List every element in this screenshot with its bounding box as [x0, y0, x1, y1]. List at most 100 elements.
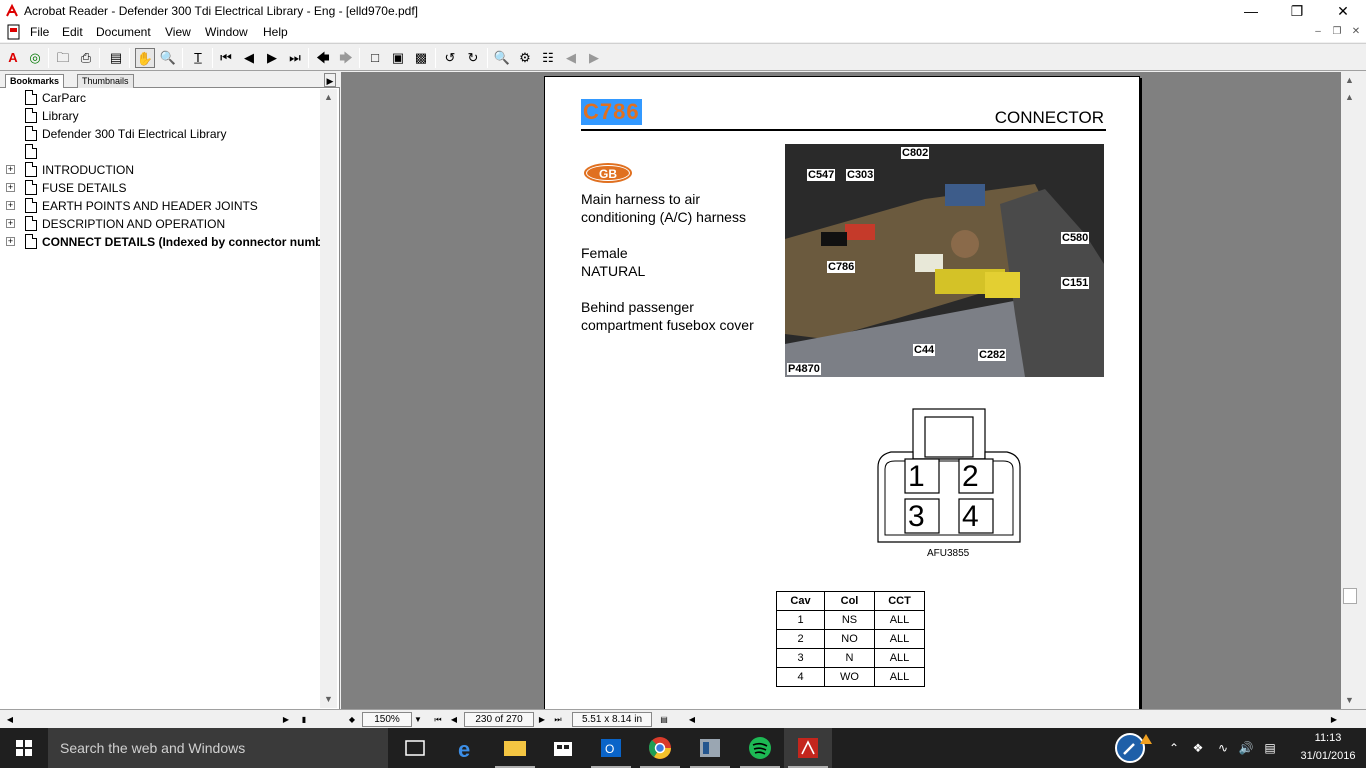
document-vertical-scrollbar[interactable]: ▲ ▲ ▼ [1341, 72, 1358, 709]
edge-icon: e [458, 737, 470, 762]
expand-icon[interactable]: + [6, 219, 15, 228]
menu-window[interactable]: Window [205, 25, 248, 39]
acrobat-taskbar-button[interactable] [784, 728, 832, 768]
wifi-icon[interactable]: ∿ [1215, 740, 1231, 756]
bookmark-item[interactable]: CarParc [0, 89, 320, 107]
bookmark-item[interactable]: + EARTH POINTS AND HEADER JOINTS [0, 197, 320, 215]
bookmark-item[interactable]: Library [0, 107, 320, 125]
clock-date[interactable]: 31/01/2016 [1296, 750, 1360, 762]
show-hidden-icons-icon[interactable]: ⌃ [1166, 740, 1182, 756]
doc-restore-icon[interactable]: ❐ [1330, 25, 1344, 39]
spotify-button[interactable] [736, 728, 784, 768]
status-next-page-icon[interactable]: ▶ [536, 712, 548, 727]
gender-text: Female [581, 245, 628, 261]
print-icon[interactable]: ⎙ [76, 48, 96, 68]
nav-menu-arrow-icon[interactable]: ▶ [324, 73, 336, 87]
rotate-right-icon[interactable]: ↻ [463, 48, 483, 68]
clipboard-icon[interactable]: ◎ [25, 48, 45, 68]
zoom-tool-icon[interactable]: 🔍 [158, 48, 178, 68]
menu-view[interactable]: View [165, 25, 191, 39]
dropbox-icon[interactable]: ❖ [1190, 740, 1206, 756]
doc-scroll-left-icon[interactable]: ◀ [686, 712, 698, 727]
previous-page-icon[interactable]: ◀ [239, 48, 259, 68]
status-previous-page-icon[interactable]: ◀ [448, 712, 460, 727]
bookmark-item[interactable]: + CONNECT DETAILS (Indexed by connector n… [0, 233, 320, 251]
nav-scroll-left-icon[interactable]: ◀ [4, 712, 16, 727]
split-icon[interactable]: ▮ [298, 712, 310, 727]
go-forward-icon[interactable]: 🡆 [336, 48, 356, 68]
store-button[interactable] [539, 728, 587, 768]
next-highlight-icon[interactable]: ▶ [584, 48, 604, 68]
table-body: 1 NS ALL 2 NO ALL 3 N ALL 4 WO ALL [776, 610, 925, 687]
bookmark-item[interactable]: Defender 300 Tdi Electrical Library [0, 125, 320, 143]
scrollbar-thumb[interactable] [1343, 588, 1357, 604]
search-results-icon[interactable]: ☷ [538, 48, 558, 68]
tray-app-button[interactable] [1108, 728, 1156, 768]
first-page-icon[interactable]: ⏮ [216, 48, 236, 68]
expand-icon[interactable]: + [6, 165, 15, 174]
app-button[interactable] [686, 728, 734, 768]
edge-button[interactable]: e [443, 728, 491, 768]
doc-close-icon[interactable]: ✕ [1349, 25, 1363, 39]
volume-icon[interactable]: 🔊 [1238, 740, 1254, 756]
action-center-icon[interactable]: ▤ [1262, 740, 1278, 756]
expand-icon[interactable]: + [6, 237, 15, 246]
acrobat-logo-icon[interactable]: A [3, 48, 23, 68]
scroll-up-icon[interactable]: ▲ [320, 89, 337, 106]
bookmark-item[interactable] [0, 143, 320, 161]
doc-scroll-right-icon[interactable]: ▶ [1328, 712, 1340, 727]
menu-help[interactable]: Help [263, 25, 288, 39]
description-line-2: conditioning (A/C) harness [581, 209, 746, 225]
doc-minimize-icon[interactable]: – [1311, 25, 1325, 39]
text-select-icon[interactable]: T̲ [188, 48, 208, 68]
close-button[interactable]: ✕ [1320, 0, 1366, 22]
find-icon[interactable]: 🔍 [492, 48, 512, 68]
minimize-button[interactable]: — [1228, 0, 1274, 22]
next-page-icon[interactable]: ▶ [262, 48, 282, 68]
expand-icon[interactable]: + [6, 201, 15, 210]
start-button[interactable] [0, 728, 48, 768]
actual-size-icon[interactable]: □ [365, 48, 385, 68]
nav-vertical-scrollbar[interactable]: ▲ ▼ [320, 89, 337, 708]
tab-thumbnails[interactable]: Thumbnails [77, 74, 134, 88]
fit-width-icon[interactable]: ▩ [411, 48, 431, 68]
outlook-button[interactable]: O [587, 728, 635, 768]
nav-scroll-right-icon[interactable]: ▶ [280, 712, 292, 727]
go-back-icon[interactable]: 🡄 [313, 48, 333, 68]
status-last-page-icon[interactable]: ⏭ [552, 712, 564, 727]
menu-file[interactable]: File [30, 25, 49, 39]
hand-tool-icon[interactable]: ✋ [135, 48, 155, 68]
bookmark-item[interactable]: + DESCRIPTION AND OPERATION [0, 215, 320, 233]
scroll-down-icon[interactable]: ▼ [1341, 692, 1358, 709]
document-view[interactable]: C786 CONNECTOR GB Main harness to air co… [341, 72, 1341, 709]
menu-edit[interactable]: Edit [62, 25, 83, 39]
taskbar-search[interactable]: Search the web and Windows [48, 728, 388, 768]
maximize-button[interactable]: ❐ [1274, 0, 1320, 22]
open-icon[interactable]: 🗀 [53, 48, 73, 68]
scroll-down-icon[interactable]: ▼ [320, 691, 337, 708]
clock-time[interactable]: 11:13 [1296, 732, 1360, 744]
previous-highlight-icon[interactable]: ◀ [561, 48, 581, 68]
file-explorer-button[interactable] [491, 728, 539, 768]
tab-bookmarks[interactable]: Bookmarks [5, 74, 65, 88]
page-number-field[interactable]: 230 of 270 [464, 712, 534, 727]
bookmark-item[interactable]: + INTRODUCTION [0, 161, 320, 179]
split-handle-icon[interactable]: ◆ [346, 712, 358, 727]
table-cell: ALL [874, 610, 925, 630]
rotate-left-icon[interactable]: ↺ [440, 48, 460, 68]
show-navigation-icon[interactable]: ▤ [106, 48, 126, 68]
zoom-dropdown-icon[interactable]: ▼ [412, 712, 424, 727]
fit-page-icon[interactable]: ▣ [388, 48, 408, 68]
status-first-page-icon[interactable]: ⏮ [432, 712, 444, 727]
bookmark-item[interactable]: + FUSE DETAILS [0, 179, 320, 197]
expand-icon[interactable]: + [6, 183, 15, 192]
last-page-icon[interactable]: ⏭ [285, 48, 305, 68]
page-layout-icon[interactable]: ▤ [658, 712, 670, 727]
task-view-button[interactable] [391, 728, 439, 768]
page-up-icon[interactable]: ▲ [1341, 89, 1358, 106]
scroll-up-icon[interactable]: ▲ [1341, 72, 1358, 89]
zoom-field[interactable]: 150% [362, 712, 412, 727]
menu-document[interactable]: Document [96, 25, 151, 39]
search-index-icon[interactable]: ⚙ [515, 48, 535, 68]
chrome-button[interactable] [636, 728, 684, 768]
